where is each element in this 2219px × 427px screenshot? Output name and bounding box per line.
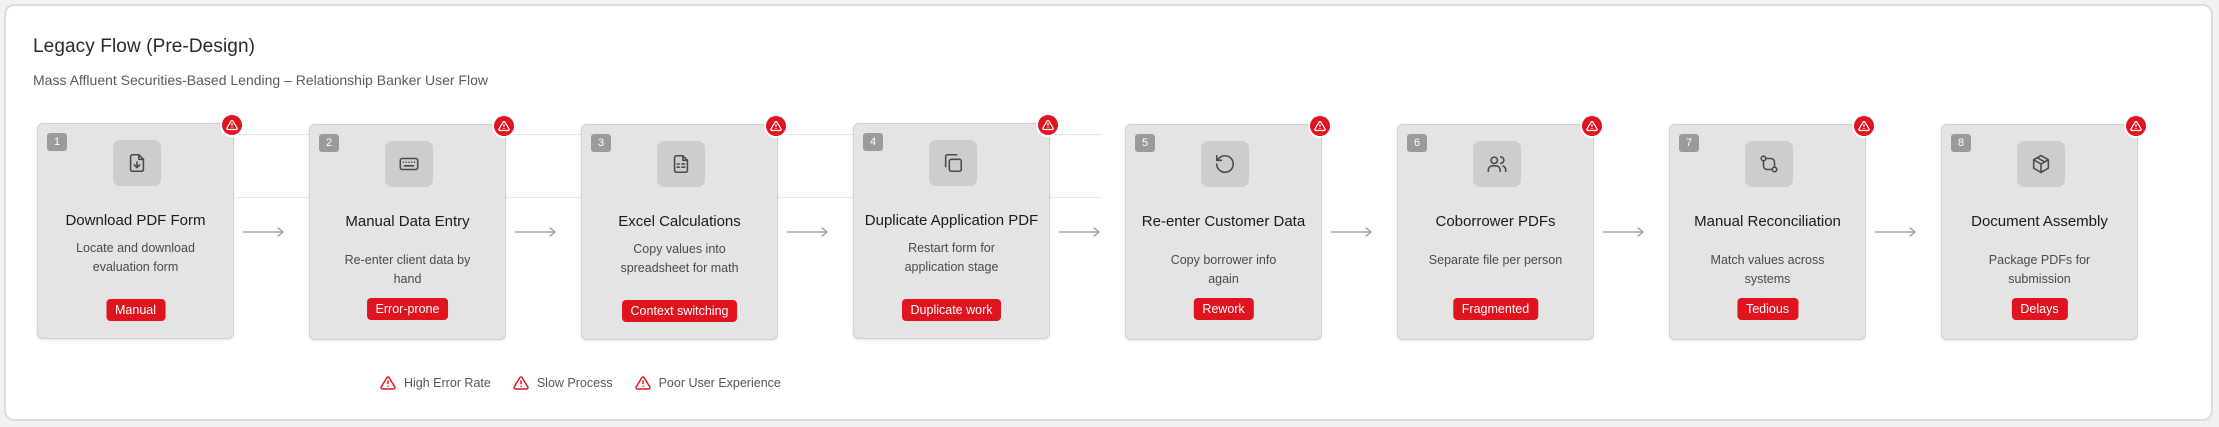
step-card: 6 Coborrower PDFs Separate file per person… (1397, 116, 1602, 340)
step-number: 8 (1951, 134, 1971, 152)
flow-arrow (1330, 225, 1374, 237)
step-card: 1 Download PDF Form Locate and download eva… (37, 115, 242, 339)
step-description-line: Match values across systems (1710, 253, 1825, 286)
step-number: 7 (1679, 134, 1699, 152)
warning-triangle-icon (380, 375, 404, 391)
step-number: 1 (47, 133, 67, 151)
spreadsheet-icon (657, 141, 705, 187)
step-issue-badge: Tedious (1736, 298, 1799, 320)
step-issue-badge: Delays (2011, 298, 2068, 320)
warning-triangle-icon (494, 116, 514, 136)
step-title: Document Assembly (1971, 213, 2108, 230)
flow-arrow (242, 225, 286, 237)
legend-label: Slow Process (536, 376, 613, 390)
legend-item: High Error Rate (380, 375, 491, 391)
warning-triangle-icon (222, 115, 242, 135)
step-description-line: Restart form for (908, 241, 995, 255)
step-description-line: spreadsheet for math (620, 261, 739, 275)
step-description-line: Re-enter client data by hand (344, 253, 471, 286)
warning-triangle-icon (1038, 115, 1058, 135)
step-description: Match values across systems (1698, 251, 1837, 289)
users-icon (1473, 141, 1521, 187)
step-card: 7 Manual Reconciliation Match values acros… (1669, 116, 1874, 340)
step-card: 2 Manual Data Entry Re-enter client data b… (309, 116, 514, 340)
step-title: Manual Reconciliation (1694, 213, 1841, 230)
step-issue-badge: Fragmented (1452, 298, 1539, 320)
warning-triangle-icon (1582, 116, 1602, 136)
step-description-line: evaluation form (92, 260, 179, 274)
warning-triangle-icon (634, 375, 659, 391)
step-card: 3 Excel Calculations Copy values into sprea… (581, 116, 786, 340)
warning-triangle-icon (1854, 116, 1874, 136)
page-subtitle: Mass Affluent Securities-Based Lending –… (33, 72, 488, 88)
page-title: Legacy Flow (Pre-Design) (33, 36, 256, 57)
flow-arrow (1058, 225, 1102, 237)
step-description: Separate file per person (1426, 251, 1565, 270)
legend-label: Poor User Experience (658, 376, 781, 390)
step-card: 5 Re-enter Customer Data Copy borrower inf… (1125, 116, 1330, 340)
legend-item: Slow Process (513, 375, 613, 391)
step-issue-badge: Rework (1193, 298, 1254, 320)
warning-triangle-icon (1310, 116, 1330, 136)
step-description: Copy values into spreadsheet for math (610, 240, 749, 278)
step-description-line: Locate and download (76, 241, 195, 255)
step-description: Restart form for application stage (882, 239, 1021, 277)
step-description-line: Copy values into (633, 242, 726, 256)
step-description-line: Separate file per person (1428, 253, 1563, 267)
step-issue-badge: Manual (106, 299, 165, 321)
legend-label: High Error Rate (404, 376, 491, 390)
step-description-line: Package PDFs for submission (1988, 253, 2091, 286)
step-title: Re-enter Customer Data (1141, 213, 1306, 230)
step-title: Coborrower PDFs (1435, 213, 1556, 230)
warning-triangle-icon (2126, 116, 2146, 136)
step-issue-badge: Duplicate work (901, 299, 1002, 321)
keyboard-icon (385, 141, 433, 187)
step-number: 6 (1407, 134, 1427, 152)
step-number: 4 (863, 133, 883, 151)
step-issue-badge: Context switching (621, 300, 738, 322)
step-number: 3 (591, 134, 611, 152)
step-card: 4 Duplicate Application PDF Restart form f… (853, 115, 1058, 339)
step-description-line: Copy borrower info again (1170, 253, 1277, 286)
legend-item: Poor User Experience (634, 375, 781, 391)
package-icon (2017, 141, 2065, 187)
warning-triangle-icon (766, 116, 786, 136)
warning-triangle-icon (513, 375, 537, 391)
step-description-line: application stage (904, 260, 999, 274)
step-number: 2 (319, 134, 339, 152)
flow-arrow (1602, 225, 1646, 237)
rotate-icon (1201, 141, 1249, 187)
step-description: Copy borrower info again (1154, 251, 1293, 289)
flow-arrow (514, 225, 558, 237)
step-issue-badge: Error-prone (366, 298, 449, 320)
step-title: Manual Data Entry (345, 213, 470, 230)
step-description: Package PDFs for submission (1970, 251, 2109, 289)
step-card: 8 Document Assembly Package PDFs for submi… (1941, 116, 2146, 340)
step-number: 5 (1135, 134, 1155, 152)
step-title: Excel Calculations (618, 213, 741, 230)
step-title: Download PDF Form (65, 212, 206, 229)
step-description: Re-enter client data by hand (338, 251, 477, 289)
copy-icon (929, 140, 977, 186)
file-download-icon (113, 140, 161, 186)
flow-arrow (786, 225, 830, 237)
step-description: Locate and download evaluation form (66, 239, 205, 277)
legend: High Error Rate Slow Process Poor User Exp… (380, 374, 803, 392)
flow-arrow (1874, 225, 1918, 237)
step-title: Duplicate Application PDF (864, 212, 1039, 229)
git-compare-icon (1745, 141, 1793, 187)
